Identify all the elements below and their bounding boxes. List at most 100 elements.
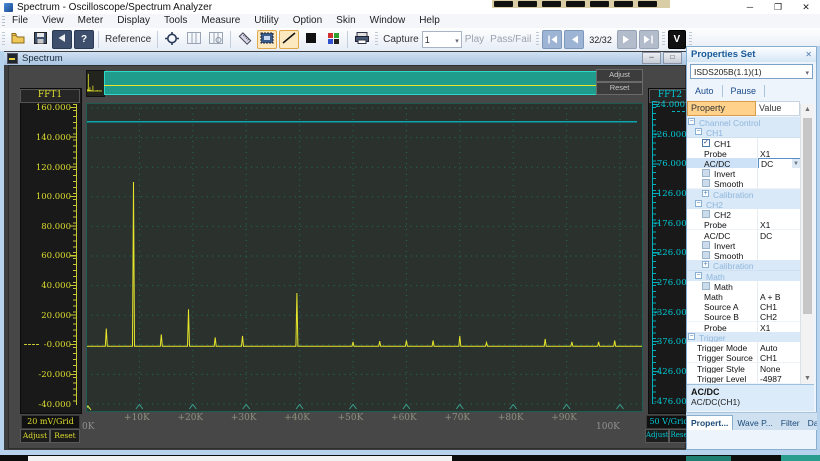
- collapse-icon[interactable]: −: [695, 199, 702, 207]
- overlay-button[interactable]: [614, 1, 633, 7]
- overlay-button[interactable]: [566, 1, 585, 7]
- title-bar: Spectrum - Oscilloscope/Spectrum Analyze…: [0, 0, 820, 14]
- toolbar-grip: [688, 32, 692, 47]
- child-maximize-icon[interactable]: □: [663, 52, 682, 64]
- checkbox-unchecked[interactable]: [702, 169, 710, 178]
- back-button[interactable]: [52, 30, 72, 49]
- checkbox-unchecked[interactable]: [702, 179, 710, 188]
- spectrum-plot[interactable]: [82, 103, 643, 412]
- menu-item-window[interactable]: Window: [363, 14, 413, 28]
- scroll-up-icon[interactable]: ▲: [803, 106, 812, 113]
- prev-button[interactable]: [564, 30, 585, 49]
- collapse-icon[interactable]: −: [688, 118, 695, 125]
- range-adjust-button[interactable]: Adjust: [596, 69, 643, 82]
- menu-item-option[interactable]: Option: [286, 14, 329, 28]
- columns-search-button[interactable]: [206, 30, 226, 49]
- menu-item-help[interactable]: Help: [412, 14, 447, 28]
- checkbox-checked[interactable]: ✓: [702, 138, 710, 147]
- fft1-tick-label: 60.000: [41, 251, 71, 262]
- reference-button[interactable]: Reference: [102, 34, 154, 45]
- value-column-header[interactable]: Value: [756, 101, 800, 116]
- menu-item-utility[interactable]: Utility: [247, 14, 285, 28]
- checkbox-unchecked[interactable]: [702, 251, 710, 259]
- checkbox-unchecked[interactable]: [702, 281, 710, 290]
- line-button[interactable]: [279, 30, 300, 49]
- collapse-icon[interactable]: −: [695, 271, 702, 279]
- fft1-tick-label: -40.000: [38, 399, 71, 410]
- checkbox-unchecked[interactable]: [702, 210, 710, 219]
- pause-button[interactable]: Pause: [723, 85, 765, 97]
- help-button[interactable]: ?: [74, 30, 94, 49]
- expand-icon[interactable]: +: [702, 189, 709, 197]
- menu-item-skin[interactable]: Skin: [329, 14, 362, 28]
- scrollbar-thumb[interactable]: [803, 118, 812, 314]
- printer-icon: [355, 32, 370, 47]
- overlay-button[interactable]: [542, 1, 561, 7]
- last-icon: [643, 32, 654, 47]
- xaxis-tick-label: +70K: [444, 413, 471, 423]
- last-button[interactable]: [638, 30, 659, 49]
- passfail-button[interactable]: Pass/Fail: [487, 34, 534, 45]
- checkbox-unchecked[interactable]: [702, 240, 710, 249]
- open-button[interactable]: [8, 30, 28, 49]
- first-icon: [547, 32, 558, 47]
- capture-area-button[interactable]: [257, 30, 278, 49]
- tree-row-trigger-level[interactable]: Trigger Level -4987: [687, 372, 800, 383]
- menu-item-file[interactable]: File: [5, 14, 35, 28]
- fft1-header: FFT1: [20, 89, 80, 103]
- range-reset-button[interactable]: Reset: [596, 82, 643, 95]
- fft1-adjust-button[interactable]: Adjust: [20, 429, 50, 443]
- panel-tab-wavep[interactable]: Wave P...: [733, 416, 776, 430]
- printer-button[interactable]: [352, 30, 372, 49]
- expand-icon[interactable]: +: [702, 261, 709, 269]
- panel-close-icon[interactable]: ✕: [805, 50, 812, 59]
- maximize-icon[interactable]: ❐: [764, 0, 792, 14]
- tree-scrollbar[interactable]: ▲ ▼: [800, 104, 814, 384]
- device-select[interactable]: ISDS205B(1.1)(1): [690, 64, 813, 79]
- scroll-down-icon[interactable]: ▼: [803, 375, 812, 382]
- overlay-button[interactable]: [590, 1, 609, 7]
- spectrum-window-controls: ─ □: [642, 52, 682, 64]
- spectrum-thumbnail: [86, 70, 105, 97]
- first-button[interactable]: [542, 30, 563, 49]
- voltage-button[interactable]: V: [667, 30, 686, 49]
- play-button[interactable]: Play: [462, 34, 487, 45]
- fft1-zero-marker[interactable]: [24, 344, 39, 345]
- spectrum-window-titlebar[interactable]: Spectrum ─ □: [4, 52, 686, 65]
- columns-button[interactable]: [184, 30, 204, 49]
- fft1-reset-button[interactable]: Reset: [50, 429, 80, 443]
- range-selector-bar[interactable]: [104, 71, 597, 95]
- menu-item-meter[interactable]: Meter: [71, 14, 111, 28]
- fft2-zero-marker[interactable]: [672, 111, 685, 112]
- overlay-button[interactable]: [518, 1, 537, 7]
- auto-button[interactable]: Auto: [687, 85, 722, 97]
- panel-tab-propert[interactable]: Propert...: [686, 415, 734, 430]
- collapse-icon[interactable]: −: [688, 332, 695, 340]
- minimize-icon[interactable]: ─: [736, 0, 764, 14]
- stop-button[interactable]: [301, 30, 321, 49]
- save-button[interactable]: [30, 30, 50, 49]
- property-column-header[interactable]: Property: [687, 101, 756, 116]
- next-icon: [622, 32, 631, 47]
- fft2-ruler-major-ticks: [653, 104, 659, 400]
- target-button[interactable]: [162, 30, 182, 49]
- menu-item-view[interactable]: View: [35, 14, 71, 28]
- fft2-adjust-button[interactable]: Adjust: [645, 429, 669, 443]
- ruler-button[interactable]: [235, 30, 255, 49]
- menu-item-display[interactable]: Display: [110, 14, 157, 28]
- child-minimize-icon[interactable]: ─: [642, 52, 661, 64]
- overlay-button[interactable]: [494, 1, 513, 7]
- nav-toolbar-group: [541, 30, 585, 49]
- menu-item-tools[interactable]: Tools: [157, 14, 194, 28]
- properties-panel-title-text: Properties Set: [691, 49, 756, 60]
- capture-select[interactable]: 1: [421, 31, 462, 48]
- panel-tab-filter[interactable]: Filter: [777, 416, 804, 430]
- palette-button[interactable]: [323, 30, 343, 49]
- open-icon: [11, 32, 25, 47]
- close-icon[interactable]: ✕: [792, 0, 820, 14]
- xaxis-end-label: 100K: [596, 422, 620, 432]
- next-button[interactable]: [616, 30, 637, 49]
- menu-item-measure[interactable]: Measure: [194, 14, 247, 28]
- overlay-button[interactable]: [638, 1, 657, 7]
- collapse-icon[interactable]: −: [695, 128, 702, 136]
